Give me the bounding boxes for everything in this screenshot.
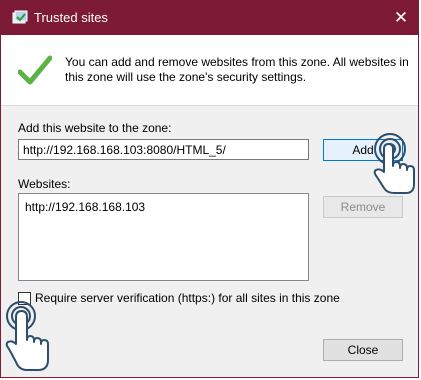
trusted-sites-icon	[12, 10, 28, 24]
title-bar[interactable]: Trusted sites ✕	[1, 1, 418, 35]
tap-hand-icon	[5, 301, 49, 371]
tap-hand-icon	[373, 133, 415, 194]
require-server-verification-label[interactable]: Require server verification (https:) for…	[35, 291, 340, 305]
websites-label: Websites:	[18, 177, 71, 191]
website-url-input[interactable]	[18, 139, 309, 160]
info-text: You can add and remove websites from thi…	[65, 55, 409, 84]
add-website-label: Add this website to the zone:	[18, 121, 172, 135]
dialog-title: Trusted sites	[34, 10, 108, 25]
info-panel: You can add and remove websites from thi…	[1, 35, 418, 106]
green-check-icon	[18, 55, 52, 85]
websites-list[interactable]: http://192.168.168.103	[18, 193, 309, 281]
list-item[interactable]: http://192.168.168.103	[25, 200, 145, 214]
close-button[interactable]: Close	[323, 339, 403, 361]
close-icon[interactable]: ✕	[384, 1, 418, 35]
